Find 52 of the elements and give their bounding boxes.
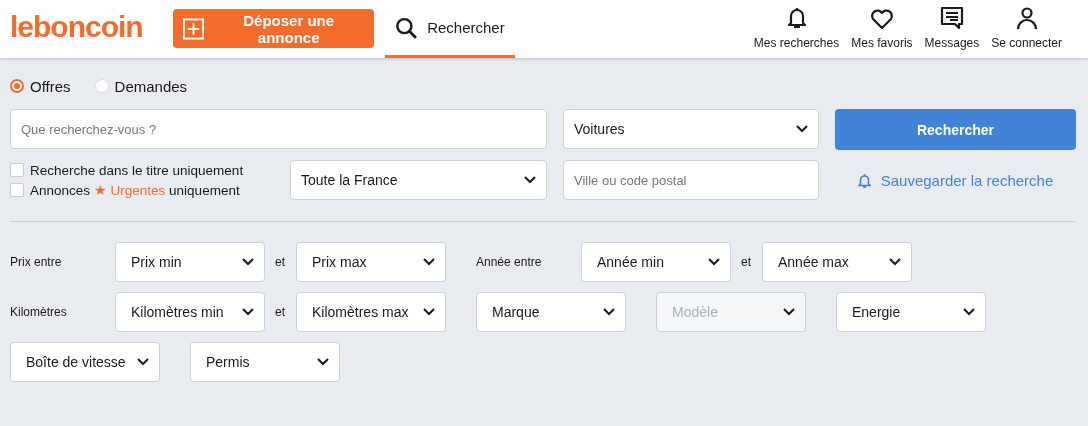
chevron-down-icon [423,308,435,316]
nav-item[interactable]: Se connecter [985,0,1068,58]
search-tab[interactable]: Rechercher [384,0,515,58]
joiner-text: et [274,305,286,319]
nav-item[interactable]: Mes recherches [747,0,846,58]
filter-select[interactable]: Kilomètres max [296,292,446,332]
joiner-text: et [740,255,752,269]
filter-select[interactable]: Marque [476,292,626,332]
filter-select[interactable]: Kilomètres min [115,292,265,332]
chevron-down-icon [242,308,254,316]
bell-icon [857,172,871,188]
filter-select[interactable]: Année min [581,242,731,282]
chevron-down-icon [317,358,329,366]
search-field[interactable]: Que recherchez-vous ? [10,109,547,149]
nav-item[interactable]: Messages [918,0,986,58]
plus-square-icon [182,17,204,40]
chevron-down-icon [796,125,808,133]
filter-select[interactable]: Prix min [115,242,265,282]
joiner-text: et [274,255,286,269]
filter-select[interactable]: Prix max [296,242,446,282]
chevron-down-icon [783,308,795,316]
radio-option[interactable]: Demandes [94,77,188,95]
checkbox[interactable] [10,182,24,197]
region-select[interactable]: Toute la France [290,160,547,200]
message-icon [939,6,964,30]
search-button[interactable]: Rechercher [835,109,1076,150]
radio-option[interactable]: Offres [10,77,71,95]
search-icon [394,15,418,40]
filter-label: Kilomètres [10,305,68,319]
bell-icon [786,6,807,30]
checkbox-label: Recherche dans le titre uniquement [30,162,244,178]
chevron-down-icon [524,176,536,184]
category-select[interactable]: Voitures [563,109,819,149]
filter-select[interactable]: Boîte de vitesse [10,342,160,382]
filter-label: Année entre [476,255,543,269]
person-icon [1014,6,1039,30]
location-field[interactable]: Ville ou code postal [563,160,819,200]
chevron-down-icon [963,308,975,316]
filter-select[interactable]: Permis [190,342,340,382]
heart-icon [869,8,894,30]
chevron-down-icon [708,258,720,266]
chevron-down-icon [423,258,435,266]
chevron-down-icon [889,258,901,266]
nav-item[interactable]: Mes favoris [845,0,919,58]
filter-label: Prix entre [10,255,63,269]
chevron-down-icon [242,258,254,266]
checkbox-label: Annonces ★ Urgentes uniquement [30,181,240,198]
checkbox[interactable] [10,163,24,177]
filter-select[interactable]: Année max [762,242,912,282]
chevron-down-icon [603,308,615,316]
filter-select[interactable]: Energie [836,292,986,332]
chevron-down-icon [137,358,149,366]
